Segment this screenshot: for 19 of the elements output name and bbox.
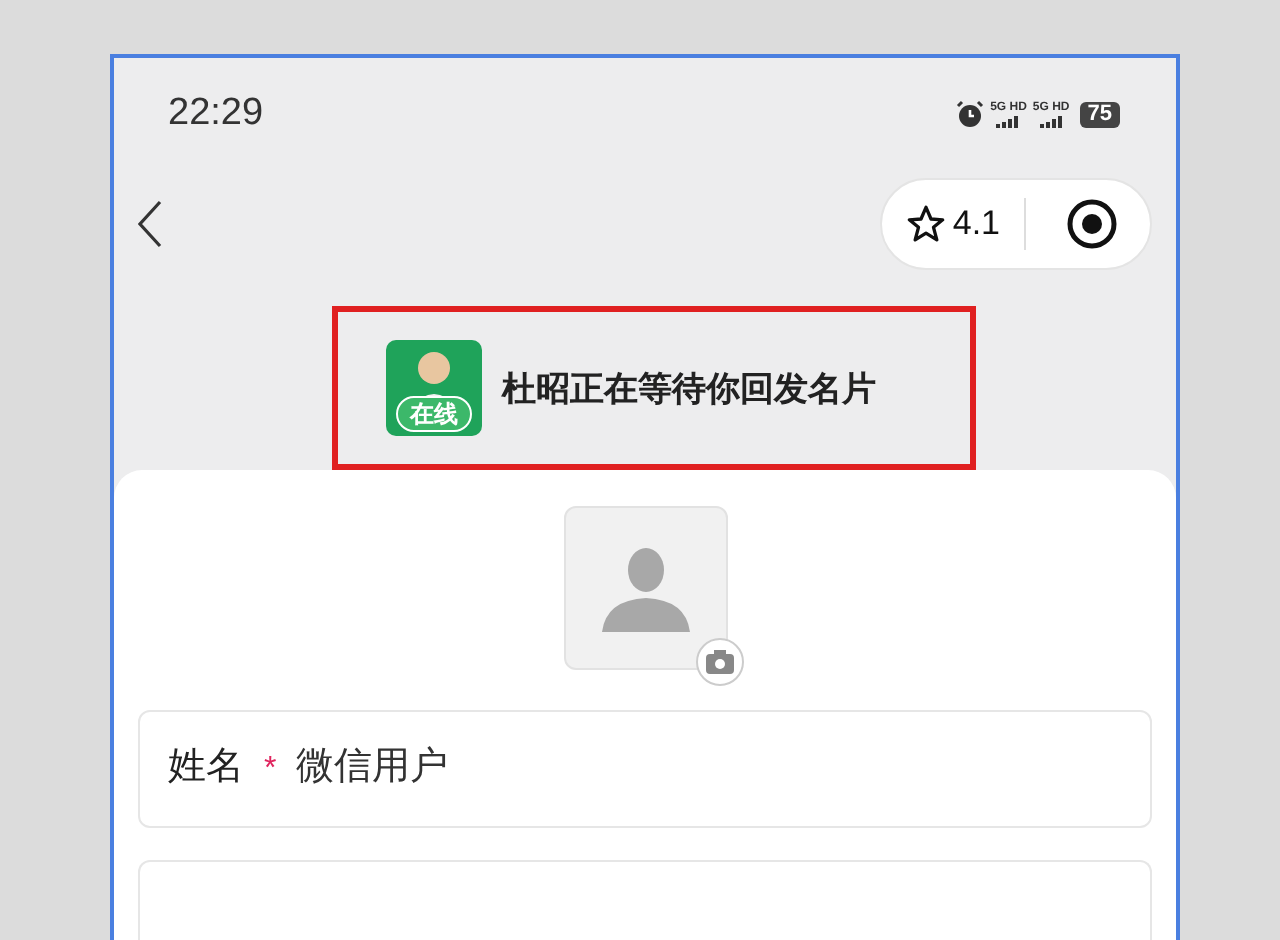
signal-icon [996,115,1021,128]
person-silhouette-icon [601,544,689,632]
star-icon [906,204,947,245]
battery-icon: 75 [1079,101,1120,128]
required-mark: * [264,749,277,789]
online-badge: 在线 [396,396,472,433]
back-icon[interactable] [138,200,162,249]
photo-upload[interactable] [563,506,727,670]
field-label: 姓名 [168,744,244,793]
waiting-message: 杜昭正在等待你回发名片 [502,367,876,412]
status-time: 22:29 [168,89,264,138]
alarm-icon [956,100,985,129]
rating-button[interactable]: 4.1 [906,198,1024,250]
record-icon[interactable] [1066,198,1118,251]
camera-icon[interactable] [695,638,743,686]
signal-icon [1039,115,1064,128]
field-value: 微信用户 [296,744,449,793]
name-field[interactable]: 姓名 * 微信用户 [138,710,1152,828]
input-field[interactable] [138,860,1152,940]
